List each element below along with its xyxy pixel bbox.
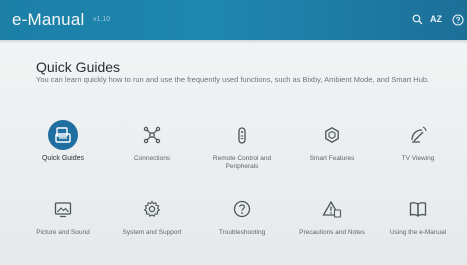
tile-tv-viewing[interactable]: TV Viewing <box>375 120 461 163</box>
tile-label: Quick Guides <box>41 155 85 162</box>
app-title: e-Manual <box>12 10 85 29</box>
content-area: Quick Guides You can learn quickly how t… <box>0 40 467 265</box>
section-description: You can learn quickly how to run and use… <box>36 75 430 84</box>
app-version: v1.10 <box>93 16 111 23</box>
tile-smart-features[interactable]: Smart Features <box>289 120 375 163</box>
tile-connections[interactable]: Connections <box>109 120 195 163</box>
system-support-icon <box>137 194 167 224</box>
tile-label: Picture and Sound <box>36 229 90 236</box>
smart-features-icon <box>317 120 347 150</box>
remote-control-icon <box>227 120 257 150</box>
picture-sound-icon <box>48 194 78 224</box>
tile-troubleshooting[interactable]: Troubleshooting <box>199 194 285 237</box>
tile-label: System and Support <box>122 229 182 236</box>
help-icon[interactable] <box>452 14 466 28</box>
tile-label: Precautions and Notes <box>299 229 365 236</box>
tile-label: TV Viewing <box>401 155 435 162</box>
search-icon[interactable] <box>412 14 424 26</box>
header-bar: e-Manual v1.10 AZ <box>0 0 467 40</box>
using-manual-icon <box>403 194 433 224</box>
tv-screen: e-Manual v1.10 AZ Quick Guides You can l… <box>0 0 467 265</box>
tile-label: Connections <box>133 155 171 162</box>
tile-system-support[interactable]: System and Support <box>109 194 195 237</box>
precautions-icon <box>317 194 347 224</box>
section-title: Quick Guides <box>36 59 121 75</box>
tile-quick-guides[interactable]: Quick Guides <box>20 120 106 163</box>
troubleshooting-icon <box>227 194 257 224</box>
tile-label: Remote Control and Peripherals <box>212 155 272 170</box>
tv-viewing-icon <box>403 120 433 150</box>
tile-precautions[interactable]: Precautions and Notes <box>289 194 375 237</box>
tile-remote-control[interactable]: Remote Control and Peripherals <box>199 120 285 171</box>
connections-icon <box>137 120 167 150</box>
quick-guides-icon <box>48 120 78 150</box>
tile-picture-sound[interactable]: Picture and Sound <box>20 194 106 237</box>
tile-using-e-manual[interactable]: Using the e-Manual <box>375 194 461 237</box>
az-icon[interactable]: AZ <box>430 14 442 24</box>
header-shadow <box>0 40 467 44</box>
tile-label: Troubleshooting <box>218 229 266 236</box>
tile-label: Smart Features <box>309 155 355 162</box>
tile-label: Using the e-Manual <box>389 229 447 236</box>
